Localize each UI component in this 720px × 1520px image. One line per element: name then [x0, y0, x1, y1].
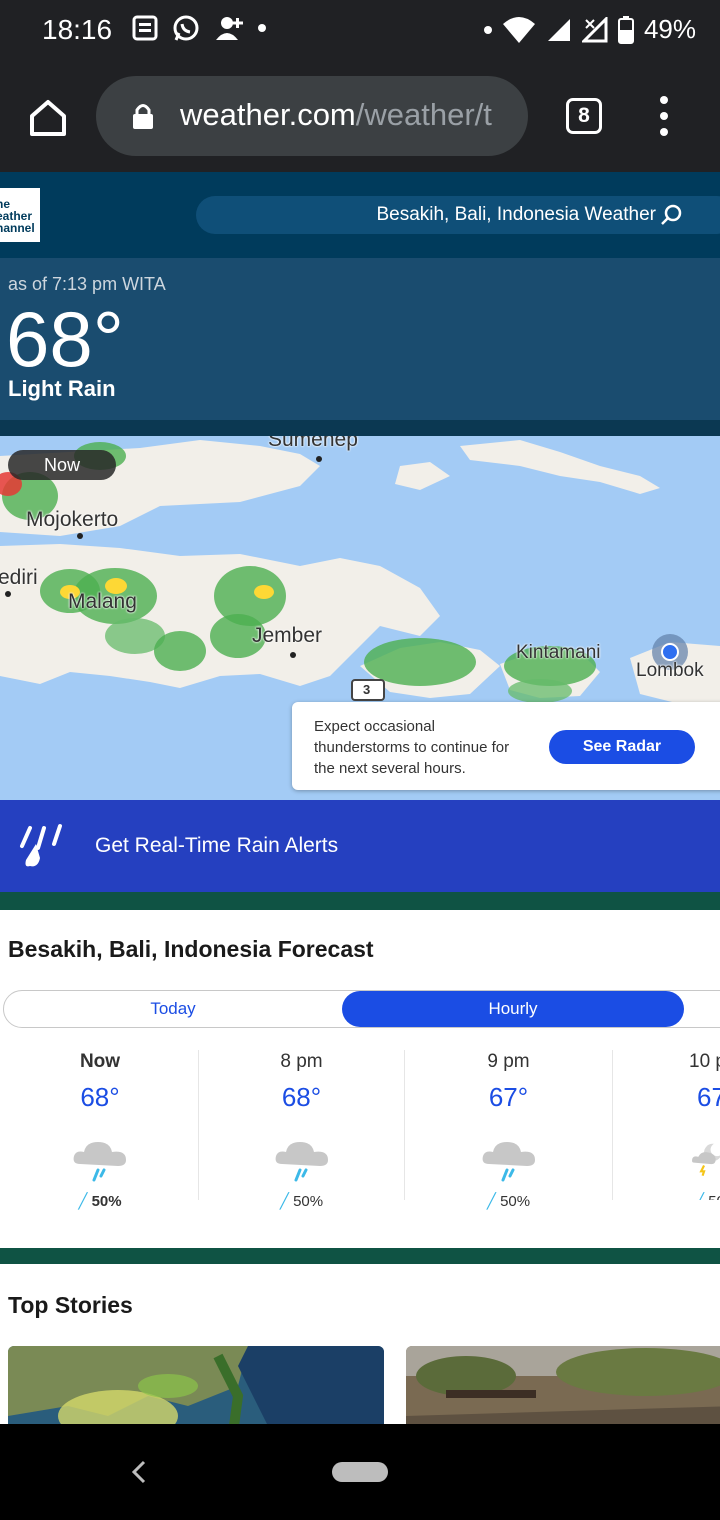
current-temperature: 68°	[6, 295, 124, 383]
see-radar-button[interactable]: See Radar	[549, 730, 695, 764]
current-conditions[interactable]: as of 7:13 pm WITA 68° Light Rain	[0, 258, 720, 420]
hour-temp: 67°	[488, 1082, 529, 1112]
hour-time: Now	[79, 1051, 121, 1072]
forecast-toggle: Today Hourly	[3, 990, 720, 1028]
forecast-section: Besakih, Bali, Indonesia Forecast Today …	[0, 910, 720, 1250]
precip-chance: ╱ 50%	[279, 1193, 324, 1210]
observation-time: as of 7:13 pm WITA	[8, 274, 166, 294]
tab-today[interactable]: Today	[4, 991, 342, 1027]
tab-switcher-button[interactable]: 8	[566, 98, 602, 134]
map-label-lombok: Lombok	[636, 660, 704, 681]
rain-alerts-banner[interactable]: Get Real-Time Rain Alerts	[0, 800, 720, 892]
radar-map[interactable]: Now Sumenep Mojokerto ediri Malang Jembe…	[0, 436, 720, 800]
forecast-title: Besakih, Bali, Indonesia Forecast	[8, 936, 374, 962]
rain-alerts-label: Get Real-Time Rain Alerts	[95, 834, 339, 857]
radar-time-pill: Now	[8, 450, 116, 480]
url-domain: weather.com	[180, 97, 356, 132]
raindrop-icon: ╱	[695, 1193, 704, 1200]
divider	[0, 420, 720, 436]
news-icon	[132, 15, 158, 41]
radar-message: Expect occasional thunderstorms to conti…	[314, 718, 510, 777]
signal-icon	[547, 18, 570, 41]
top-stories-section: Top Stories	[0, 1264, 720, 1424]
precip-chance: ╱ 50%	[486, 1193, 531, 1210]
divider	[0, 892, 720, 910]
divider	[0, 1248, 720, 1264]
hour-temp: 68°	[80, 1082, 120, 1112]
search-location-text: Besakih, Bali, Indonesia Weather	[376, 204, 656, 225]
raindrop-icon: ╱	[486, 1193, 496, 1210]
signal-no-service-icon	[581, 16, 608, 42]
add-contact-icon	[216, 17, 243, 40]
current-phrase: Light Rain	[8, 376, 116, 401]
lock-icon	[133, 104, 153, 129]
story-thumbnail[interactable]	[8, 1346, 384, 1424]
more-menu-icon[interactable]	[652, 96, 676, 136]
browser-toolbar: weather.com/weather/t 8	[0, 62, 720, 172]
raindrop-icon: ╱	[279, 1193, 289, 1210]
map-label-sumenep: Sumenep	[268, 436, 358, 451]
wifi-icon	[502, 16, 535, 43]
map-label-mojokerto: Mojokerto	[26, 508, 119, 531]
thunderstorm-moon-icon	[613, 1134, 720, 1192]
hour-temp: 67	[697, 1082, 720, 1112]
radar-summary-card: Expect occasional thunderstorms to conti…	[292, 702, 720, 790]
back-icon[interactable]	[128, 1458, 152, 1486]
status-time: 18:16	[42, 14, 113, 45]
map-label-jember: Jember	[252, 624, 323, 647]
hourly-item[interactable]: Now 68° ╱ 50%	[0, 1050, 200, 1210]
hour-time: 10 p	[689, 1051, 720, 1072]
hour-temp: 68°	[281, 1082, 322, 1112]
tab-hourly[interactable]: Hourly	[342, 991, 684, 1027]
story-thumbnail[interactable]	[406, 1346, 720, 1424]
notification-dot	[483, 25, 492, 34]
location-search[interactable]: Besakih, Bali, Indonesia Weather	[196, 196, 720, 234]
address-bar[interactable]: weather.com/weather/t	[96, 76, 528, 156]
hourly-item[interactable]: 9 pm 67° ╱ 50%	[404, 1050, 612, 1210]
hour-time: 9 pm	[487, 1051, 530, 1072]
rain-cloud-icon	[0, 1134, 200, 1192]
battery-percent: 49%	[643, 14, 696, 44]
precip-chance: ╱ 50	[613, 1192, 720, 1200]
notification-icons	[132, 14, 266, 42]
status-bar: 18:16 49%	[0, 0, 720, 62]
notification-dot	[258, 24, 266, 32]
hourly-item[interactable]: 10 p 67 ╱ 50	[612, 1050, 720, 1200]
map-label-kediri: ediri	[0, 566, 38, 589]
road-shield: 3	[363, 682, 371, 697]
raindrop-icon: ╱	[78, 1193, 88, 1210]
home-icon[interactable]	[26, 96, 70, 140]
system-nav-bar	[0, 1424, 720, 1520]
site-header: he eather hannel Besakih, Bali, Indonesi…	[0, 172, 720, 258]
precip-chance: ╱ 50%	[78, 1193, 122, 1210]
whatsapp-icon	[173, 15, 199, 41]
home-gesture-pill[interactable]	[332, 1462, 388, 1482]
map-label-kintamani: Kintamani	[516, 642, 601, 663]
rain-cloud-icon	[405, 1134, 612, 1192]
top-stories-title: Top Stories	[8, 1292, 133, 1318]
url-path: /weather/t	[355, 97, 492, 132]
url-text: weather.com/weather/t	[180, 97, 510, 133]
battery-icon	[617, 15, 634, 44]
weather-channel-logo[interactable]: he eather hannel	[0, 188, 40, 242]
system-icons: 49%	[483, 14, 696, 45]
search-icon[interactable]	[660, 204, 682, 226]
rain-drops-icon	[20, 824, 62, 867]
hour-time: 8 pm	[280, 1051, 323, 1072]
map-label-malang: Malang	[68, 590, 137, 613]
hourly-item[interactable]: 8 pm 68° ╱ 50%	[198, 1050, 404, 1210]
rain-cloud-icon	[199, 1134, 404, 1192]
